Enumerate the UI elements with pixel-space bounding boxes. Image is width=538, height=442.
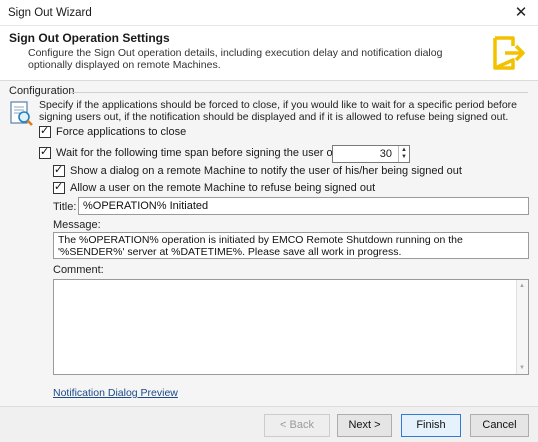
notification-preview-link[interactable]: Notification Dialog Preview bbox=[53, 387, 178, 399]
document-search-icon bbox=[10, 101, 33, 126]
stepper-down-icon[interactable]: ▼ bbox=[401, 154, 407, 161]
configuration-panel: Configuration Specify if the application… bbox=[0, 80, 538, 406]
title-input[interactable]: %OPERATION% Initiated bbox=[78, 197, 529, 215]
stepper-arrows[interactable]: ▲ ▼ bbox=[398, 146, 409, 162]
back-button[interactable]: < Back bbox=[264, 414, 330, 437]
scroll-up-icon[interactable]: ▲ bbox=[519, 283, 525, 289]
title-bar: Sign Out Wizard ✕ bbox=[0, 0, 538, 26]
force-close-checkbox-row[interactable]: ✓ Force applications to close bbox=[39, 125, 187, 138]
cancel-button[interactable]: Cancel bbox=[470, 414, 529, 437]
show-dialog-checkbox-row[interactable]: ✓ Show a dialog on a remote Machine to n… bbox=[53, 164, 462, 177]
allow-refuse-label: Allow a user on the remote Machine to re… bbox=[70, 182, 376, 194]
checkmark-icon: ✓ bbox=[40, 146, 50, 158]
show-dialog-label: Show a dialog on a remote Machine to not… bbox=[70, 165, 462, 177]
show-dialog-checkbox[interactable]: ✓ bbox=[53, 164, 65, 177]
checkmark-icon: ✓ bbox=[40, 125, 50, 137]
exit-door-icon bbox=[493, 36, 525, 70]
finish-button[interactable]: Finish bbox=[401, 414, 461, 437]
group-divider bbox=[70, 92, 528, 93]
comment-scrollbar[interactable]: ▲ ▼ bbox=[516, 280, 528, 374]
window-title: Sign Out Wizard bbox=[8, 7, 92, 19]
message-field-label: Message: bbox=[53, 219, 101, 231]
allow-refuse-checkbox[interactable]: ✓ bbox=[53, 181, 65, 194]
allow-refuse-checkbox-row[interactable]: ✓ Allow a user on the remote Machine to … bbox=[53, 181, 376, 194]
wait-checkbox-row[interactable]: ✓ Wait for the following time span befor… bbox=[39, 146, 373, 159]
wizard-header: Sign Out Operation Settings Configure th… bbox=[0, 26, 538, 78]
scroll-down-icon[interactable]: ▼ bbox=[519, 365, 525, 371]
configuration-group-label: Configuration bbox=[9, 85, 75, 97]
comment-textarea[interactable]: ▲ ▼ bbox=[53, 279, 529, 375]
comment-field-label: Comment: bbox=[53, 264, 104, 276]
page-title: Sign Out Operation Settings bbox=[9, 31, 170, 45]
force-close-checkbox[interactable]: ✓ bbox=[39, 125, 51, 138]
close-icon[interactable]: ✕ bbox=[504, 0, 538, 26]
configuration-description: Specify if the applications should be fo… bbox=[39, 99, 518, 123]
title-field-label: Title: bbox=[53, 201, 77, 213]
wait-seconds-stepper[interactable]: 30 ▲ ▼ bbox=[332, 145, 410, 163]
checkmark-icon: ✓ bbox=[54, 181, 64, 193]
wait-label: Wait for the following time span before … bbox=[56, 147, 373, 159]
checkmark-icon: ✓ bbox=[54, 164, 64, 176]
next-button[interactable]: Next > bbox=[337, 414, 392, 437]
stepper-up-icon[interactable]: ▲ bbox=[401, 147, 407, 154]
wait-checkbox[interactable]: ✓ bbox=[39, 146, 51, 159]
wizard-footer: < Back Next > Finish Cancel bbox=[0, 406, 538, 442]
page-description: Configure the Sign Out operation details… bbox=[28, 47, 443, 71]
force-close-label: Force applications to close bbox=[56, 126, 187, 138]
wait-seconds-value[interactable]: 30 bbox=[333, 146, 398, 162]
message-textarea[interactable]: The %OPERATION% operation is initiated b… bbox=[53, 232, 529, 259]
